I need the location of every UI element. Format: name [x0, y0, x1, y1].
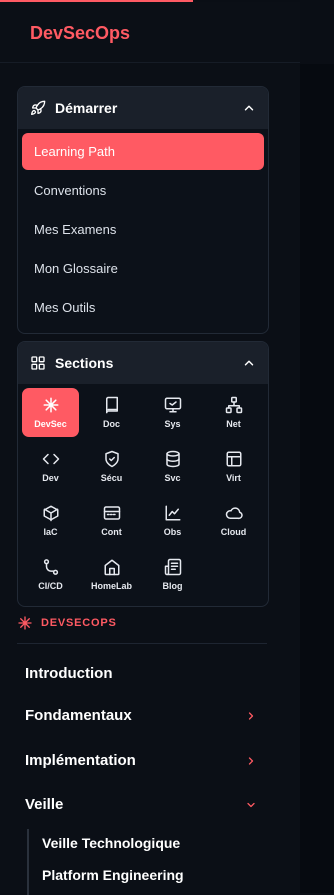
submenu-indent-line: [27, 829, 29, 895]
main-content-area: [300, 64, 334, 893]
menu-item-mes-outils[interactable]: Mes Outils: [22, 289, 264, 326]
demarrer-menu: Learning Path Conventions Mes Examens Mo…: [18, 129, 268, 326]
chevron-up-icon[interactable]: [242, 101, 256, 115]
chevron-up-icon[interactable]: [242, 356, 256, 370]
layout-icon: [225, 450, 243, 468]
grid-icon: [30, 355, 46, 371]
menu-item-mon-glossaire[interactable]: Mon Glossaire: [22, 250, 264, 287]
section-cont[interactable]: Cont: [83, 496, 140, 545]
section-label: Cont: [101, 527, 122, 537]
section-label: Sys: [164, 419, 181, 429]
section-label: Sécu: [100, 473, 123, 483]
home-icon: [103, 558, 121, 576]
code-icon: [42, 450, 60, 468]
section-svc[interactable]: Svc: [144, 442, 201, 491]
sub-item-veille-technologique[interactable]: Veille Technologique: [42, 835, 180, 851]
section-cloud[interactable]: Cloud: [205, 496, 262, 545]
section-sys[interactable]: Sys: [144, 388, 201, 437]
section-label: Doc: [102, 419, 120, 429]
chevron-right-icon: [245, 754, 257, 766]
git-branch-icon: [42, 558, 60, 576]
cloud-icon: [225, 504, 243, 522]
section-label: Net: [226, 419, 241, 429]
menu-item-learning-path[interactable]: Learning Path: [22, 133, 264, 170]
demarrer-panel-header[interactable]: Démarrer: [18, 87, 268, 129]
chevron-right-icon: [245, 709, 257, 721]
section-label: Virt: [226, 473, 241, 483]
section-virt[interactable]: Virt: [205, 442, 262, 491]
newspaper-icon: [164, 558, 182, 576]
nav-item-label: Implémentation: [25, 751, 136, 769]
book-icon: [103, 396, 121, 414]
nav-item-label: Introduction: [25, 664, 113, 682]
section-label: Blog: [162, 581, 183, 591]
menu-item-mes-examens[interactable]: Mes Examens: [22, 211, 264, 248]
section-dev[interactable]: Dev: [22, 442, 79, 491]
asterisk-icon: [42, 396, 60, 414]
section-blog[interactable]: Blog: [144, 550, 201, 599]
sections-grid: DevSec Doc Sys Net Dev Sécu Svc Virt IaC…: [18, 384, 268, 591]
section-label: Cloud: [220, 527, 247, 537]
monitor-icon: [164, 396, 182, 414]
sub-item-platform-engineering[interactable]: Platform Engineering: [42, 867, 184, 883]
section-devsec[interactable]: DevSec: [22, 388, 79, 437]
section-label: DevSec: [34, 419, 67, 429]
nav-item-introduction[interactable]: Introduction: [25, 658, 260, 688]
section-label: Dev: [42, 473, 59, 483]
nav-item-label: Veille: [25, 795, 64, 813]
rocket-icon: [30, 100, 46, 116]
section-secu[interactable]: Sécu: [83, 442, 140, 491]
section-label: Obs: [163, 527, 182, 537]
demarrer-panel: Démarrer Learning Path Conventions Mes E…: [17, 86, 269, 334]
section-cicd[interactable]: CI/CD: [22, 550, 79, 599]
shield-check-icon: [103, 450, 121, 468]
brand-logo-text[interactable]: DevSecOps: [30, 23, 130, 44]
nav-section-label: DEVSECOPS: [41, 617, 117, 629]
divider: [17, 643, 267, 644]
section-doc[interactable]: Doc: [83, 388, 140, 437]
box-icon: [42, 504, 60, 522]
section-label: IaC: [43, 527, 58, 537]
nav-item-label: Fondamentaux: [25, 706, 132, 724]
section-obs[interactable]: Obs: [144, 496, 201, 545]
nav-item-fondamentaux[interactable]: Fondamentaux: [25, 700, 260, 730]
section-label: CI/CD: [38, 581, 63, 591]
chart-line-icon: [164, 504, 182, 522]
nav-section-header: DEVSECOPS: [17, 615, 117, 631]
container-icon: [103, 504, 121, 522]
section-iac[interactable]: IaC: [22, 496, 79, 545]
section-label: HomeLab: [90, 581, 132, 591]
asterisk-icon: [17, 615, 33, 631]
sections-panel-header[interactable]: Sections: [18, 342, 268, 384]
sidebar-header: DevSecOps: [0, 2, 300, 63]
nav-item-veille[interactable]: Veille: [25, 789, 260, 819]
sidebar: DevSecOps Démarrer Learning Path Convent…: [0, 2, 300, 895]
sections-panel: Sections DevSec Doc Sys Net Dev Sécu Svc…: [17, 341, 269, 607]
sections-panel-title: Sections: [55, 355, 114, 371]
menu-item-conventions[interactable]: Conventions: [22, 172, 264, 209]
nav-item-implementation[interactable]: Implémentation: [25, 745, 260, 775]
section-label: Svc: [164, 473, 181, 483]
section-net[interactable]: Net: [205, 388, 262, 437]
section-homelab[interactable]: HomeLab: [83, 550, 140, 599]
demarrer-panel-title: Démarrer: [55, 100, 118, 116]
database-icon: [164, 450, 182, 468]
chevron-down-icon: [245, 798, 257, 810]
network-icon: [225, 396, 243, 414]
